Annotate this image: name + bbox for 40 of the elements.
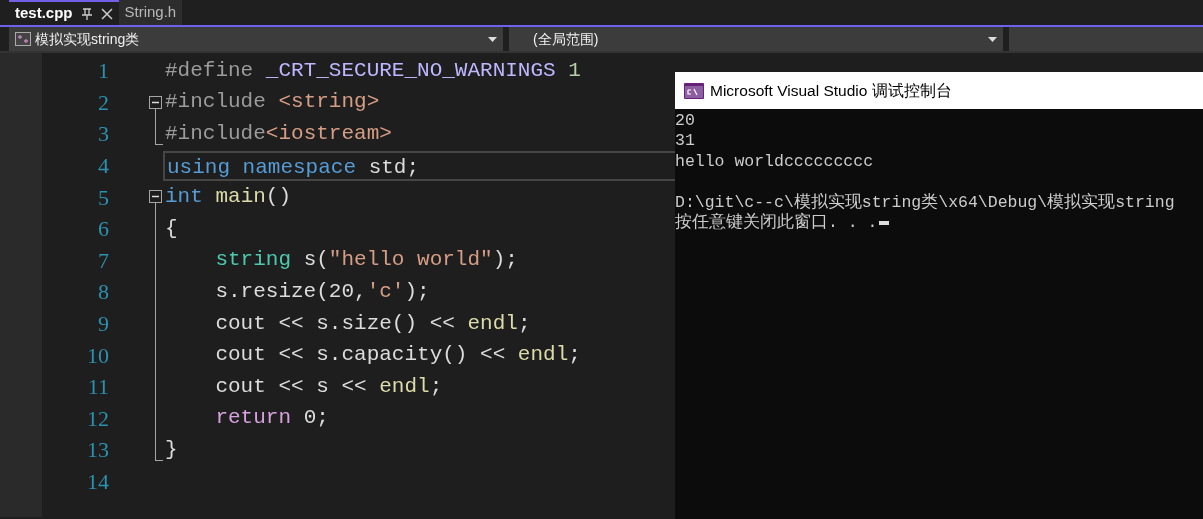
code-line: #include<iostream> [164, 121, 393, 147]
line-number: 12 [86, 404, 109, 433]
code-line: } [164, 436, 179, 463]
close-icon[interactable] [100, 7, 113, 20]
console-text: hello worldccccccccc [675, 151, 874, 171]
line-number: 2 [97, 88, 109, 117]
code-line: cout << s.size() << endl; [214, 310, 532, 337]
console-app-icon [684, 82, 704, 99]
code-line: #include <string> [164, 89, 381, 116]
collapse-icon [149, 190, 162, 204]
console-text: 按任意键关闭此窗口. . . [675, 212, 878, 232]
line-number: 14 [86, 468, 109, 496]
code-line: cout << s.capacity() << endl; [214, 342, 582, 369]
line-number: 1 [97, 57, 109, 86]
line-number: 13 [86, 436, 109, 465]
line-number: 8 [97, 278, 109, 307]
line-number: 4 [97, 152, 109, 181]
editor-tab[interactable]: String.h [118, 0, 183, 25]
collapse-icon [149, 95, 162, 109]
caret-icon [488, 36, 497, 42]
project-icon [15, 32, 31, 46]
line-number: 6 [97, 215, 109, 244]
code-line: return 0; [214, 405, 330, 432]
code-line: int main() [164, 184, 293, 211]
code-line: s.resize(20,'c'); [214, 278, 431, 305]
line-number: 11 [86, 373, 109, 402]
line-number: 5 [97, 183, 109, 212]
code-line: cout << s << endl; [214, 373, 444, 400]
code-line: #define _CRT_SECURE_NO_WARNINGS 1 [164, 57, 582, 84]
line-number: 9 [97, 310, 109, 339]
console-text: 31 [675, 131, 695, 151]
line-number: 3 [97, 120, 109, 149]
console-text: D:\git\c--c\模拟实现string类\x64\Debug\模拟实现string [675, 192, 1175, 212]
code-line: { [164, 215, 179, 242]
console-text: 20 [675, 111, 695, 130]
code-line: string s("hello world"); [214, 247, 519, 274]
line-number: 10 [86, 341, 109, 370]
caret-icon [988, 36, 997, 42]
window-title: Microsoft Visual Studio 调试控制台 [710, 80, 952, 101]
line-number: 7 [97, 246, 109, 275]
